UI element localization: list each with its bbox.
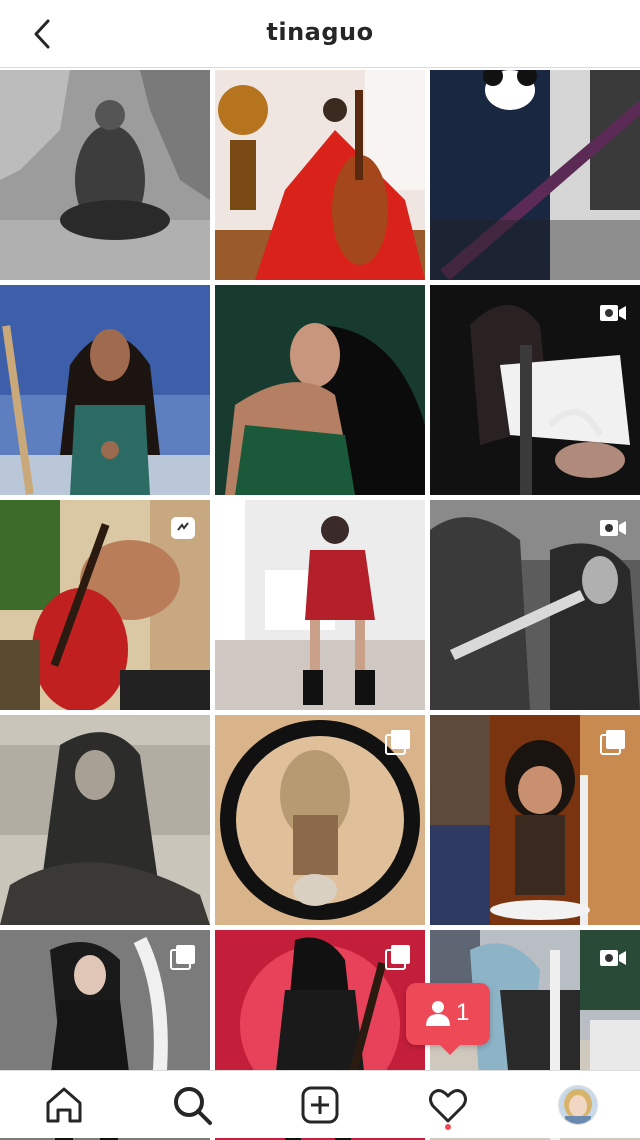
follow-notification-bubble[interactable]: 1 [406, 983, 490, 1055]
activity-heart-icon [429, 1089, 467, 1123]
post-tile[interactable] [0, 70, 210, 280]
bottom-nav [0, 1070, 640, 1138]
notification-count: 1 [456, 999, 470, 1026]
post-tile[interactable] [0, 500, 210, 710]
post-tile[interactable] [430, 715, 640, 925]
video-icon [600, 305, 626, 321]
carousel-icon [170, 945, 195, 970]
carousel-icon [385, 730, 410, 755]
video-icon [600, 520, 626, 536]
post-tile[interactable] [215, 285, 425, 495]
nav-add-post[interactable] [298, 1083, 342, 1127]
post-tile[interactable] [215, 70, 425, 280]
posts-grid [0, 70, 640, 1140]
add-post-icon [301, 1086, 339, 1124]
carousel-icon [600, 730, 625, 755]
post-tile[interactable] [0, 715, 210, 925]
search-icon [174, 1087, 212, 1125]
post-tile[interactable] [430, 285, 640, 495]
person-icon [426, 1001, 450, 1026]
post-tile[interactable] [215, 500, 425, 710]
post-tile[interactable] [215, 715, 425, 925]
nav-search[interactable] [170, 1083, 214, 1127]
page-title: tinaguo [266, 18, 374, 46]
igtv-icon [171, 517, 195, 539]
profile-avatar[interactable] [558, 1085, 598, 1125]
post-tile[interactable] [430, 70, 640, 280]
activity-indicator-dot [445, 1124, 451, 1130]
post-tile[interactable] [430, 500, 640, 710]
nav-activity[interactable] [426, 1083, 470, 1127]
post-tile[interactable] [0, 285, 210, 495]
home-icon [46, 1087, 82, 1123]
carousel-icon [385, 945, 410, 970]
top-bar: tinaguo [0, 0, 640, 68]
video-icon [600, 950, 626, 966]
nav-home[interactable] [42, 1083, 86, 1127]
